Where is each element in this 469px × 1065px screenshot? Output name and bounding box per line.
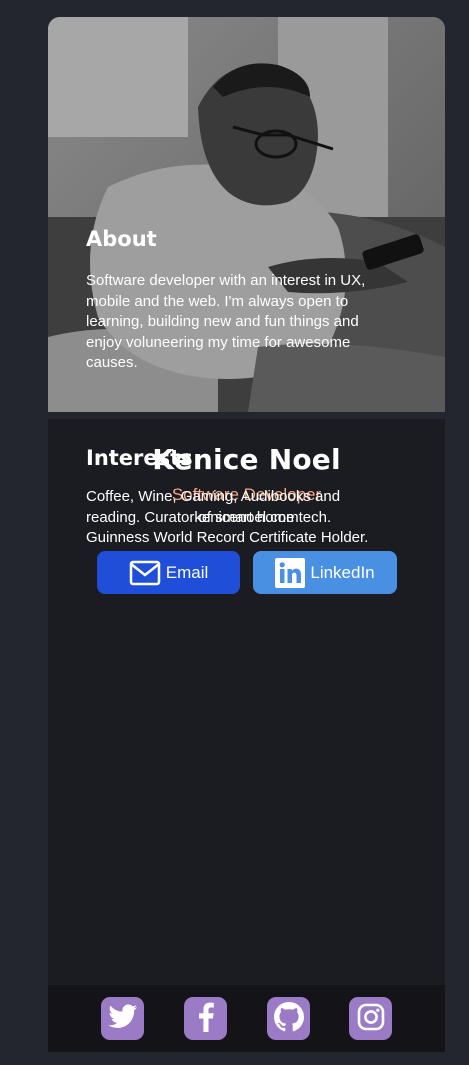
interests-text: Coffee, Wine, Gaming, Audibooks and read… (86, 488, 369, 546)
instagram-icon (357, 1003, 385, 1035)
email-button-label: Email (165, 562, 209, 582)
photo-divider (48, 412, 445, 419)
interests-heading: Interests (86, 446, 193, 470)
profile-card: Kenice Noel Software Developer kenicenoe… (48, 17, 445, 1052)
linkedin-button-label: LinkedIn (310, 562, 375, 582)
about-heading: About (86, 227, 157, 251)
twitter-icon (107, 1004, 138, 1034)
about-text: Software developer with an interest in U… (86, 272, 366, 371)
github-link[interactable] (267, 997, 310, 1040)
linkedin-icon (275, 557, 306, 588)
facebook-link[interactable] (184, 997, 227, 1040)
github-icon (273, 1001, 304, 1036)
twitter-link[interactable] (101, 997, 144, 1040)
social-footer (48, 985, 445, 1052)
instagram-link[interactable] (349, 997, 392, 1040)
facebook-icon (197, 1002, 215, 1036)
linkedin-button[interactable]: LinkedIn (253, 551, 397, 594)
mail-icon (129, 560, 161, 586)
email-button[interactable]: Email (97, 551, 240, 594)
